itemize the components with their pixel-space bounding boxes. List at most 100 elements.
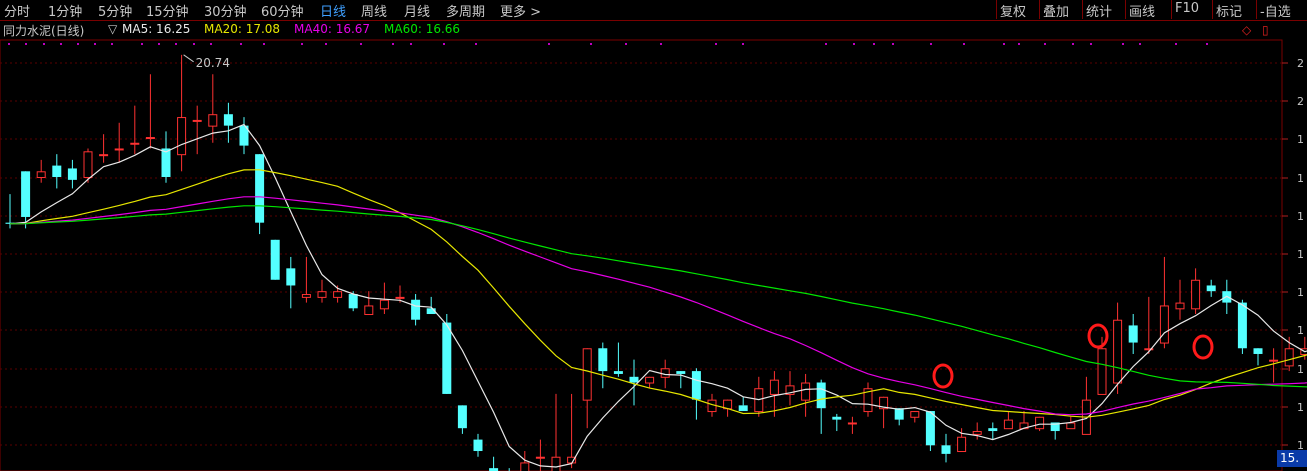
- candle-body: [1113, 319, 1123, 384]
- candle-body: [1097, 348, 1107, 395]
- marker-dot: [263, 43, 265, 45]
- candle-body: [301, 294, 311, 298]
- candle-body: [255, 154, 265, 223]
- candle-body: [1128, 325, 1138, 343]
- marker-dot: [1090, 43, 1092, 45]
- marker-dot: [590, 43, 592, 45]
- ma40-line: [9, 196, 1307, 416]
- marker-dot: [1044, 43, 1046, 45]
- candle-body: [36, 171, 46, 179]
- candle-body: [910, 411, 920, 418]
- candle-body: [1191, 279, 1201, 310]
- axis-tick-label: 1: [1297, 248, 1304, 261]
- candle-body: [395, 296, 405, 299]
- candle-body: [535, 456, 545, 459]
- axis-tick-label: 2: [1297, 95, 1304, 108]
- candle-body: [691, 371, 701, 400]
- marker-circle: [1192, 334, 1214, 360]
- axis-tick-label: 2: [1297, 57, 1304, 70]
- marker-dot: [892, 43, 894, 45]
- axis-tick-label: 1: [1297, 210, 1304, 223]
- marker-dot: [1018, 43, 1020, 45]
- candle-body: [208, 114, 218, 127]
- candle-body: [1159, 305, 1169, 344]
- marker-circle: [1087, 323, 1109, 349]
- marker-dot: [410, 43, 412, 45]
- candle-body: [270, 239, 280, 280]
- max-price-label: 20.74: [196, 56, 230, 70]
- marker-dot: [325, 43, 327, 45]
- axis-tick-label: 1: [1297, 401, 1304, 414]
- candle-body: [1066, 422, 1076, 430]
- marker-dot: [1122, 43, 1124, 45]
- marker-dot: [210, 43, 212, 45]
- candle-body: [972, 431, 982, 435]
- candle-body: [83, 151, 93, 179]
- candle-body: [286, 268, 296, 286]
- candle-body: [941, 445, 951, 454]
- candle-body: [613, 371, 623, 374]
- marker-dot: [240, 43, 242, 45]
- current-price-tag: 15.: [1277, 450, 1307, 467]
- candle-body: [223, 114, 233, 126]
- ma60-line: [9, 205, 1307, 388]
- marker-dot: [25, 43, 27, 45]
- candle-body: [99, 154, 109, 157]
- marker-dot: [742, 43, 744, 45]
- candle-body: [114, 148, 124, 151]
- candle-body: [364, 305, 374, 316]
- candle-body: [333, 291, 343, 298]
- candle-body: [161, 148, 171, 178]
- max-pointer: [183, 54, 194, 63]
- candle-body: [551, 456, 561, 471]
- marker-dot: [1072, 43, 1074, 45]
- candle-body: [645, 376, 655, 384]
- marker-dot: [360, 43, 362, 45]
- marker-dot: [392, 43, 394, 45]
- axis-tick-label: 1: [1297, 324, 1304, 337]
- candle-body: [1284, 348, 1294, 367]
- marker-dot: [548, 43, 550, 45]
- marker-dot: [94, 43, 96, 45]
- candle-body: [957, 436, 967, 453]
- candle-body: [411, 299, 421, 320]
- marker-dot: [111, 43, 113, 45]
- ma20-line: [9, 169, 1307, 418]
- candle-body: [67, 168, 77, 180]
- marker-dot: [43, 43, 45, 45]
- candle-body: [676, 371, 686, 374]
- axis-tick-label: 1: [1297, 286, 1304, 299]
- marker-dot: [475, 43, 477, 45]
- marker-dot: [60, 43, 62, 45]
- candle-body: [582, 348, 592, 401]
- candle-body: [457, 405, 467, 429]
- marker-dot: [77, 43, 79, 45]
- candle-body: [1035, 416, 1045, 430]
- marker-dot: [301, 43, 303, 45]
- candle-body: [660, 368, 670, 378]
- candle-body: [52, 165, 62, 178]
- candle-body: [192, 119, 202, 122]
- marker-circle: [932, 363, 954, 389]
- candle-body: [317, 291, 327, 298]
- marker-dot: [8, 43, 10, 45]
- candle-body: [738, 405, 748, 412]
- candle-body: [894, 408, 904, 420]
- candle-body: [629, 376, 639, 383]
- candle-body: [1003, 419, 1013, 430]
- candle-body: [1175, 302, 1185, 310]
- ma5-line: [9, 123, 1307, 468]
- candle-body: [177, 117, 187, 156]
- marker-dot: [443, 43, 445, 45]
- candle-body: [1269, 359, 1279, 362]
- candle-body: [832, 416, 842, 420]
- marker-dot: [1139, 43, 1141, 45]
- marker-dot: [175, 43, 177, 45]
- marker-dot: [625, 43, 627, 45]
- marker-dot: [158, 43, 160, 45]
- candle-body: [130, 142, 140, 145]
- marker-dot: [930, 43, 932, 45]
- axis-tick-label: 1: [1297, 133, 1304, 146]
- candle-body: [1253, 348, 1263, 354]
- candle-body: [145, 137, 155, 140]
